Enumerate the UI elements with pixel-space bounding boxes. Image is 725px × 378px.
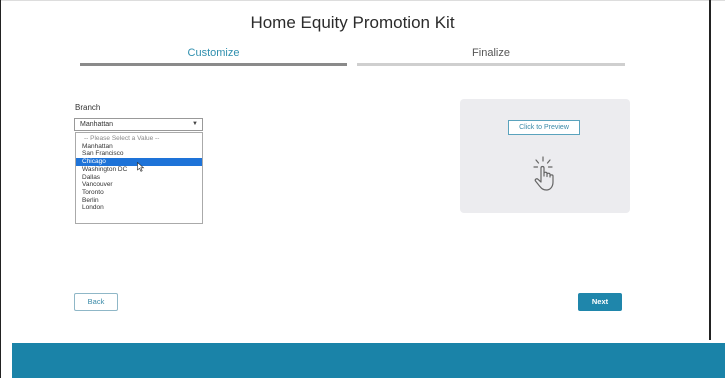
chevron-down-icon: ▼ (192, 121, 198, 127)
branch-dropdown-list: -- Please Select a Value -- Manhattan Sa… (75, 132, 203, 224)
branch-option-placeholder[interactable]: -- Please Select a Value -- (76, 135, 202, 143)
scrollbar-edge (709, 0, 711, 340)
page-title: Home Equity Promotion Kit (250, 13, 455, 32)
step-customize[interactable]: Customize (80, 47, 347, 59)
branch-select-value: Manhattan (80, 121, 114, 128)
branch-option-vancouver[interactable]: Vancouver (76, 181, 202, 189)
preview-card: Click to Preview (460, 99, 630, 213)
branch-option-manhattan[interactable]: Manhattan (76, 143, 202, 151)
branch-option-san-francisco[interactable]: San Francisco (76, 150, 202, 158)
frame-top-border (0, 0, 725, 1)
step-customize-progress (80, 63, 347, 66)
step-finalize[interactable]: Finalize (357, 47, 625, 59)
click-to-preview-button[interactable]: Click to Preview (508, 120, 580, 135)
frame-left-border (0, 0, 1, 378)
step-finalize-progress (357, 63, 625, 66)
branch-option-toronto[interactable]: Toronto (76, 189, 202, 197)
next-button[interactable]: Next (578, 293, 622, 311)
mouse-pointer-icon (137, 162, 145, 172)
footer-bar (12, 343, 725, 378)
branch-label: Branch (75, 103, 101, 112)
back-button[interactable]: Back (74, 293, 118, 311)
branch-option-london[interactable]: London (76, 204, 202, 212)
branch-select[interactable]: Manhattan ▼ (74, 118, 203, 131)
branch-option-berlin[interactable]: Berlin (76, 197, 202, 205)
branch-option-dallas[interactable]: Dallas (76, 174, 202, 182)
tap-gesture-icon (533, 156, 554, 191)
